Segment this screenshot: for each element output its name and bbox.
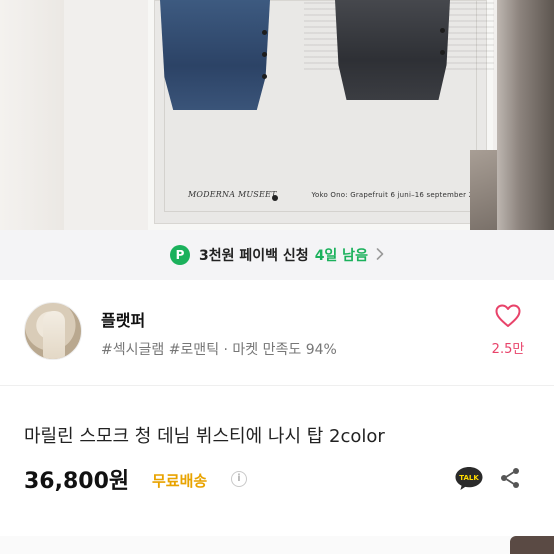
free-shipping-label: 무료배송: [152, 472, 208, 490]
payback-p-icon: P: [170, 245, 191, 265]
like-count: 2.5만: [491, 342, 525, 357]
payback-days-left: 4일 남음: [314, 248, 368, 264]
blue-denim-top: [160, 0, 270, 110]
product-photo[interactable]: MODERNA MUSEET Yoko Ono: Grapefruit 6 ju…: [0, 0, 554, 230]
shop-name[interactable]: 플랫퍼: [101, 307, 145, 331]
shop-tags: #섹시글램 #로맨틱 · 마켓 만족도 94%: [101, 342, 337, 358]
poster-caption: MODERNA MUSEET Yoko Ono: Grapefruit 6 ju…: [188, 190, 487, 199]
info-icon[interactable]: i: [231, 471, 247, 487]
price-row: 36,800원 무료배송 i TALK: [24, 463, 530, 497]
product-price: 36,800원: [24, 469, 130, 494]
kakao-talk-label: TALK: [459, 474, 479, 482]
like-button[interactable]: 2.5만: [482, 304, 534, 357]
product-title: 마릴린 스모크 청 데님 뷔스티에 나시 탑 2color: [24, 426, 385, 447]
payback-label: 3천원 페이백 신청: [199, 248, 309, 264]
photo-wall: [0, 0, 64, 230]
chevron-right-icon: [376, 247, 384, 263]
heart-icon: [482, 304, 534, 332]
next-image-edge: [510, 536, 554, 554]
poster-caption-text: Yoko Ono: Grapefruit 6 juni–16 september…: [311, 191, 488, 199]
kakao-talk-icon[interactable]: TALK: [454, 465, 484, 491]
next-section-edge: [0, 536, 554, 554]
share-icon[interactable]: [498, 466, 522, 490]
shop-row[interactable]: 플랫퍼 #섹시글램 #로맨틱 · 마켓 만족도 94% 2.5만: [0, 280, 554, 385]
shop-avatar[interactable]: [24, 302, 82, 360]
poster-signature: MODERNA MUSEET: [188, 190, 277, 199]
section-divider: [0, 385, 554, 386]
dark-denim-top: [335, 0, 450, 100]
payback-banner[interactable]: P 3천원 페이백 신청 4일 남음: [0, 230, 554, 280]
